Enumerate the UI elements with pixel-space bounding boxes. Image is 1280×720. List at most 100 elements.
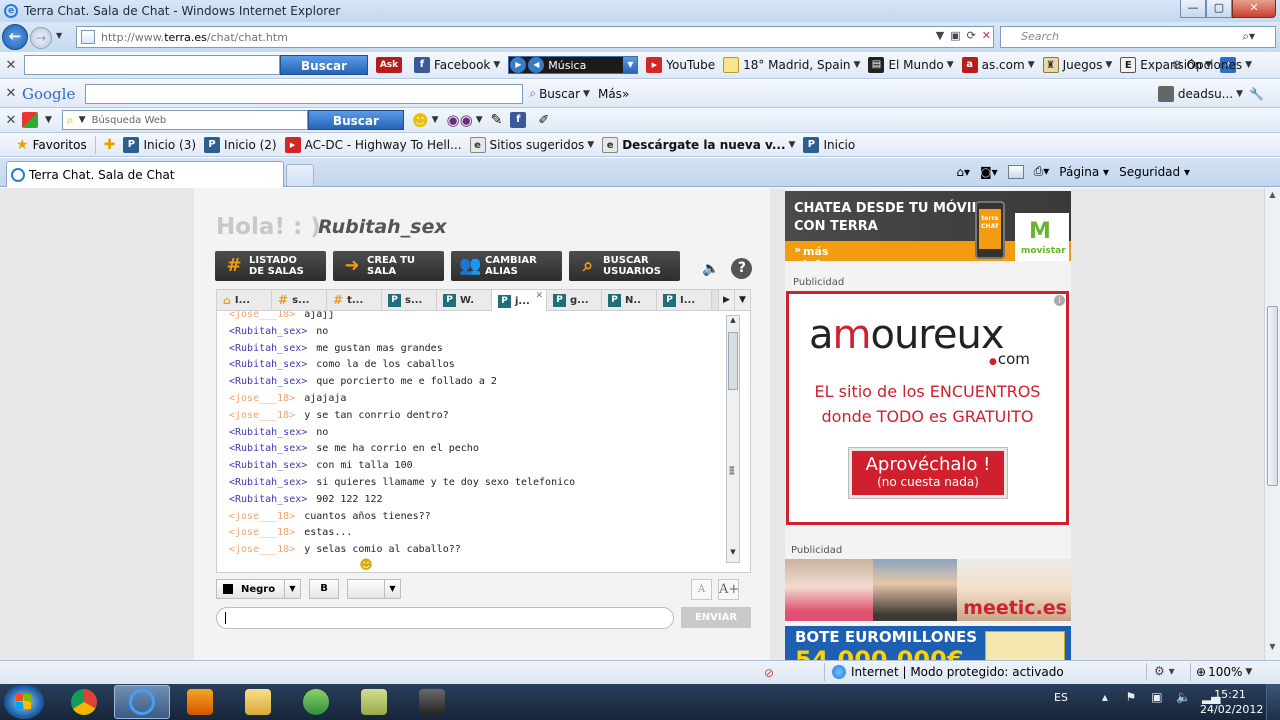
font-larger-button[interactable]: A+: [718, 579, 739, 600]
facebook-mini-button[interactable]: f: [510, 112, 530, 128]
chat-tab[interactable]: # t...: [327, 290, 382, 310]
close-toolbar-icon[interactable]: ✕: [0, 58, 22, 73]
toolbar-search-button[interactable]: Buscar: [280, 55, 368, 75]
close-toolbar-icon[interactable]: ✕: [0, 113, 22, 128]
message-author[interactable]: <Rubitah_sex>: [229, 343, 307, 354]
compatibility-icon[interactable]: ▣: [950, 29, 960, 42]
message-author[interactable]: <jose___18>: [229, 527, 295, 538]
web-search-input[interactable]: ⌕ ▼ Búsqueda Web: [61, 110, 308, 130]
google-account-button[interactable]: deadsu... ▼ 🔧: [1157, 85, 1264, 102]
new-tab-button[interactable]: [286, 164, 314, 186]
show-desktop-button[interactable]: [1266, 684, 1280, 720]
back-button[interactable]: ←: [2, 24, 28, 50]
favorite-item[interactable]: P Inicio (3): [123, 136, 196, 153]
page-menu[interactable]: Página ▾: [1059, 165, 1109, 179]
google-search-input[interactable]: [85, 83, 524, 104]
protected-mode-icon[interactable]: ⚙ ▾: [1154, 664, 1175, 678]
create-room-button[interactable]: ➜ CREA TU SALA: [333, 251, 444, 281]
network-icon[interactable]: ▣: [1150, 690, 1164, 704]
address-dropdown-icon[interactable]: ▼: [936, 29, 944, 42]
forward-button[interactable]: →: [30, 27, 52, 49]
taskbar-chrome[interactable]: [56, 685, 112, 719]
scroll-up-icon[interactable]: ▲: [727, 316, 739, 330]
scroll-thumb[interactable]: [1267, 306, 1278, 486]
facebook-button[interactable]: f Facebook ▼: [413, 57, 500, 73]
toolbar-logo-button[interactable]: ▼: [22, 112, 52, 128]
elmundo-button[interactable]: ▤ El Mundo ▼: [868, 57, 954, 73]
taskbar-app[interactable]: [346, 685, 402, 719]
scroll-up-icon[interactable]: ▲: [1266, 190, 1279, 206]
favorite-item[interactable]: ▶ AC-DC - Highway To Hell...: [284, 136, 462, 153]
tools-button[interactable]: ✎: [491, 112, 503, 128]
taskbar-internet-explorer[interactable]: [114, 685, 170, 719]
text-color-select[interactable]: Negro ▼: [216, 579, 301, 599]
taskbar-explorer[interactable]: [230, 685, 286, 719]
play-icon[interactable]: ▶: [510, 57, 527, 73]
refresh-icon[interactable]: ⟳: [967, 29, 976, 42]
scroll-thumb[interactable]: [728, 332, 738, 390]
message-author[interactable]: <Rubitah_sex>: [229, 376, 307, 387]
message-author[interactable]: <Rubitah_sex>: [229, 359, 307, 370]
taskbar-app[interactable]: [404, 685, 460, 719]
emoticon-select[interactable]: ☻ ▼: [347, 558, 401, 599]
chat-tab[interactable]: P N..: [602, 290, 657, 310]
tab-list-icon[interactable]: ▼: [734, 290, 750, 310]
security-zone[interactable]: Internet | Modo protegido: activado: [832, 665, 1064, 679]
help-button[interactable]: ?: [731, 258, 753, 279]
search-box[interactable]: Search ⌕▾: [1000, 26, 1276, 48]
options-button[interactable]: ⚙ Opciones ▼: [1172, 58, 1252, 72]
amoureux-ad[interactable]: i amoureux com EL sitio de los ENCUENTRO…: [786, 291, 1069, 525]
youtube-button[interactable]: ▶ YouTube: [646, 57, 715, 73]
close-toolbar-icon[interactable]: ✕: [0, 86, 22, 101]
print-icon[interactable]: ⎙▾: [1034, 164, 1050, 179]
add-favorite-icon[interactable]: ✚: [104, 137, 116, 153]
start-button[interactable]: [4, 685, 44, 719]
smiley-button[interactable]: ☻ ▼: [412, 111, 439, 130]
ask-button[interactable]: Ask: [375, 57, 406, 73]
chat-tab[interactable]: Ps...: [382, 290, 437, 310]
message-author[interactable]: <Rubitah_sex>: [229, 477, 307, 488]
weather-button[interactable]: 18° Madrid, Spain ▼: [723, 57, 860, 73]
change-alias-button[interactable]: 👥 CAMBIAR ALIAS: [451, 251, 562, 281]
favorites-button[interactable]: Favoritos: [33, 138, 87, 152]
aprovechalo-button[interactable]: Aprovéchalo ! (no cuesta nada): [848, 447, 1008, 499]
ascom-button[interactable]: a as.com ▼: [961, 57, 1035, 73]
chat-tab[interactable]: P I...: [657, 290, 712, 310]
tab-scroll-right-icon[interactable]: ▶: [718, 290, 734, 310]
favorite-item[interactable]: P Inicio: [803, 136, 855, 153]
message-author[interactable]: <Rubitah_sex>: [229, 326, 307, 337]
music-player[interactable]: ▶ ◀ Música ▼: [508, 56, 639, 74]
rss-icon[interactable]: ◙▾: [980, 165, 998, 179]
message-author[interactable]: <Rubitah_sex>: [229, 443, 307, 454]
minimize-button[interactable]: —: [1180, 0, 1206, 18]
room-list-button[interactable]: # LISTADO DE SALAS: [215, 251, 326, 281]
close-tab-icon[interactable]: ✕: [535, 291, 543, 301]
favorite-item[interactable]: P Inicio (2): [204, 136, 277, 153]
message-author[interactable]: <jose___18>: [229, 410, 295, 421]
pen-button[interactable]: ✐: [538, 113, 549, 128]
history-dropdown-icon[interactable]: ▼: [56, 31, 62, 40]
favorite-item[interactable]: e Descárgate la nueva v... ▼: [602, 136, 795, 153]
chat-tab[interactable]: Pg...: [547, 290, 602, 310]
taskbar-media-player[interactable]: [172, 685, 228, 719]
juegos-button[interactable]: ♜ Juegos ▼: [1042, 57, 1112, 73]
security-menu[interactable]: Seguridad ▾: [1119, 165, 1190, 179]
language-indicator[interactable]: ES: [1054, 691, 1068, 704]
euromillones-ad[interactable]: BOTE EUROMILLONES 54.000.000€: [785, 626, 1071, 660]
more-info-link[interactable]: más info »: [794, 243, 828, 261]
eyes-button[interactable]: ◉◉ ▼: [447, 111, 483, 129]
message-author[interactable]: <Rubitah_sex>: [229, 460, 307, 471]
chat-tab[interactable]: ⌂ I...: [217, 290, 272, 310]
stop-icon[interactable]: ✕: [982, 29, 991, 42]
chat-scrollbar[interactable]: ▲ ▬ ▬ ▬ ▼: [726, 315, 740, 563]
volume-icon[interactable]: ◀: [528, 57, 545, 73]
page-scrollbar[interactable]: ▲ ▼: [1264, 188, 1280, 660]
chat-tab[interactable]: P W.: [437, 290, 492, 310]
web-search-button[interactable]: Buscar: [307, 110, 404, 130]
favorite-item[interactable]: e Sitios sugeridos ▼: [469, 136, 594, 153]
search-users-button[interactable]: ⌕ BUSCAR USUARIOS: [569, 251, 680, 281]
search-icon[interactable]: ⌕▾: [1242, 29, 1255, 44]
ad-info-icon[interactable]: i: [1054, 295, 1065, 306]
chevron-up-icon[interactable]: ▴: [1098, 690, 1112, 704]
taskbar-messenger[interactable]: [288, 685, 344, 719]
